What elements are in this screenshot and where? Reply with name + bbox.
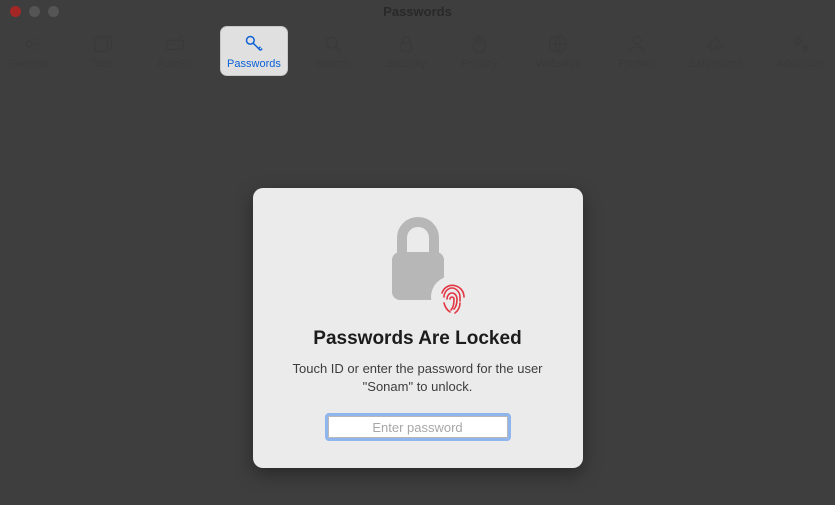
titlebar: Passwords [0,0,835,22]
window-title: Passwords [0,4,835,19]
key-icon [243,32,265,56]
locked-description: Touch ID or enter the password for the u… [277,360,559,396]
tab-label: AutoFill [157,58,194,70]
lock-icon [395,32,417,56]
person-icon [626,32,648,56]
tab-security[interactable]: Security [378,26,435,76]
tab-label: Security [386,58,426,70]
tab-websites[interactable]: Websites [524,26,593,76]
autofill-icon [164,32,186,56]
tab-general[interactable]: General [0,26,57,76]
gears-icon [790,32,812,56]
lock-graphic [373,214,463,314]
passwords-locked-panel: Passwords Are Locked Touch ID or enter t… [253,188,583,468]
password-input[interactable] [328,416,508,438]
tab-label: Tabs [90,58,113,70]
locked-heading: Passwords Are Locked [277,328,559,350]
tab-label: Passwords [227,58,281,70]
tab-label: Privacy [461,58,497,70]
main-content: Passwords Are Locked Touch ID or enter t… [0,78,835,505]
tab-privacy[interactable]: Privacy [451,26,508,76]
tab-label: Search [315,58,350,70]
globe-icon [547,32,569,56]
tab-label: Extensions [689,58,743,70]
preferences-toolbar: General Tabs AutoFill Passwords Search S… [0,22,835,84]
tab-profiles[interactable]: Profiles [609,26,666,76]
tab-passwords[interactable]: Passwords [220,26,289,76]
tab-label: Websites [536,58,581,70]
tabs-icon [91,32,113,56]
tab-label: Profiles [619,58,656,70]
tab-label: General [9,58,48,70]
gear-icon [18,32,40,56]
tab-autofill[interactable]: AutoFill [146,26,203,76]
hand-icon [468,32,490,56]
search-icon [322,32,344,56]
tab-search[interactable]: Search [304,26,361,76]
tab-label: Advanced [776,58,825,70]
touch-id-icon [431,276,473,318]
tab-extensions[interactable]: Extensions [682,26,751,76]
puzzle-icon [705,32,727,56]
tab-tabs[interactable]: Tabs [73,26,130,76]
tab-advanced[interactable]: Advanced [766,26,835,76]
